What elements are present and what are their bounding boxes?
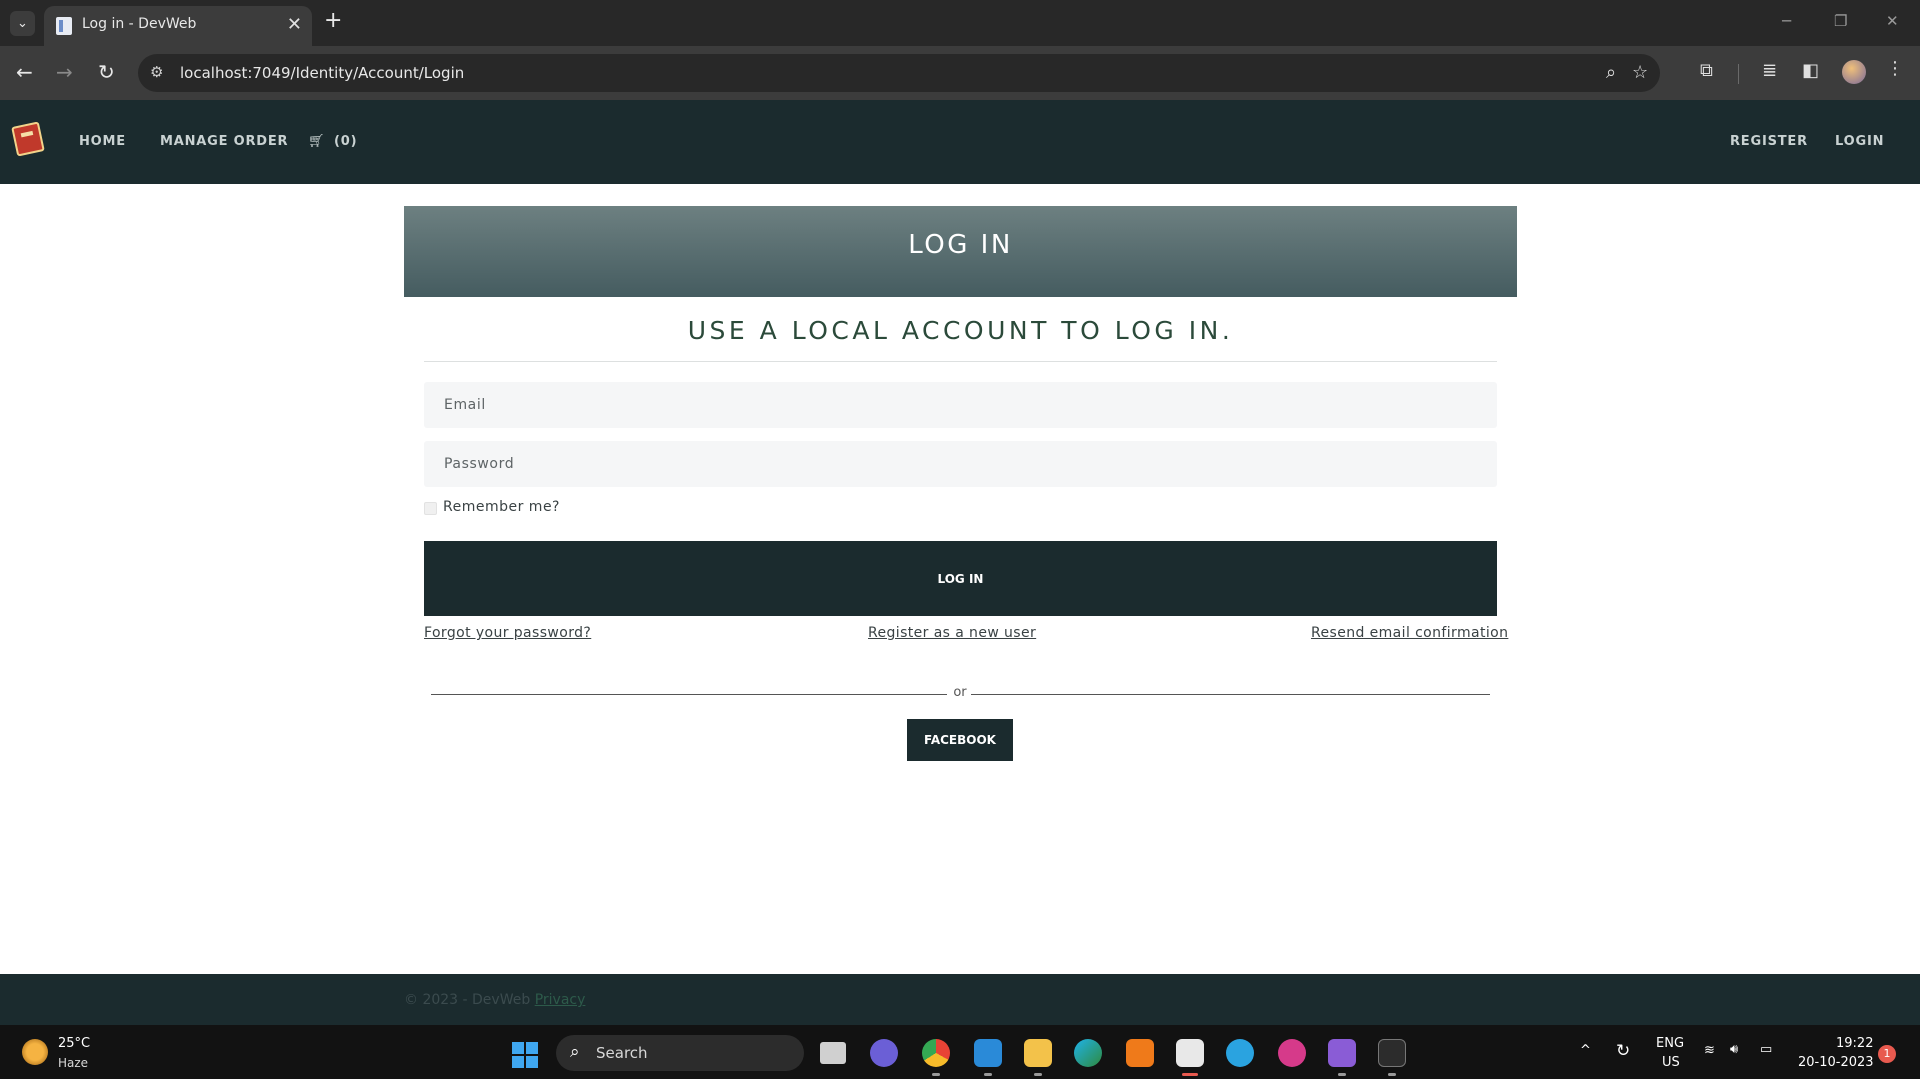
chrome-icon[interactable] bbox=[922, 1039, 950, 1067]
snipping-active-indicator bbox=[1182, 1073, 1198, 1076]
taskbar-search-label: Search bbox=[596, 1044, 648, 1062]
page-favicon-icon bbox=[56, 17, 72, 35]
vscode-running-indicator bbox=[984, 1073, 992, 1076]
footer-privacy-link[interactable]: Privacy bbox=[535, 992, 586, 1008]
tab-search-chevron-icon[interactable]: ⌄ bbox=[10, 11, 35, 36]
browser-menu-icon[interactable]: ⋮ bbox=[1886, 58, 1904, 79]
remember-me-row: Remember me? bbox=[424, 499, 560, 515]
vscode-icon[interactable] bbox=[974, 1039, 1002, 1067]
side-panel-icon[interactable]: ◧ bbox=[1802, 60, 1819, 81]
email-field-wrapper bbox=[424, 382, 1497, 428]
nav-register-link[interactable]: REGISTER bbox=[1730, 134, 1808, 149]
browser-tab-active[interactable]: Log in - DevWeb ✕ bbox=[44, 6, 312, 46]
sync-icon[interactable]: ↻ bbox=[1616, 1041, 1630, 1061]
sublime-text-icon[interactable] bbox=[1126, 1039, 1154, 1067]
url-text[interactable]: localhost:7049/Identity/Account/Login bbox=[180, 64, 464, 82]
section-divider bbox=[424, 361, 1497, 362]
visual-studio-running-indicator bbox=[1338, 1073, 1346, 1076]
site-footer: © 2023 - DevWeb Privacy bbox=[0, 974, 1920, 1025]
weather-condition[interactable]: Haze bbox=[58, 1056, 88, 1070]
extensions-icon[interactable]: ⧉ bbox=[1700, 60, 1713, 81]
facebook-login-button[interactable]: FACEBOOK bbox=[907, 719, 1013, 761]
login-banner: LOG IN bbox=[404, 206, 1517, 297]
window-close-icon[interactable]: ✕ bbox=[1886, 12, 1899, 30]
browser-tabstrip: ⌄ Log in - DevWeb ✕ + ─ ❐ ✕ bbox=[0, 0, 1920, 46]
remember-me-label[interactable]: Remember me? bbox=[443, 499, 560, 515]
snipping-tool-icon[interactable] bbox=[1176, 1039, 1204, 1067]
notification-badge[interactable]: 1 bbox=[1878, 1045, 1896, 1063]
zoom-icon[interactable]: ⌕ bbox=[1606, 62, 1616, 83]
or-divider-left bbox=[431, 694, 947, 695]
nav-login-link[interactable]: LOGIN bbox=[1835, 134, 1884, 149]
forward-arrow-icon[interactable]: → bbox=[56, 60, 73, 84]
register-new-user-link[interactable]: Register as a new user bbox=[868, 625, 1036, 641]
login-button[interactable]: LOG IN bbox=[424, 541, 1497, 616]
forgot-password-link[interactable]: Forgot your password? bbox=[424, 625, 591, 641]
resend-confirmation-link[interactable]: Resend email confirmation bbox=[1311, 625, 1508, 641]
site-navbar: HOME MANAGE ORDER 🛒︎ (0) REGISTER LOGIN bbox=[0, 100, 1920, 184]
footer-copyright: © 2023 - DevWeb bbox=[404, 992, 531, 1008]
tab-close-icon[interactable]: ✕ bbox=[287, 14, 302, 35]
weather-temperature[interactable]: 25°C bbox=[58, 1036, 90, 1051]
new-tab-icon[interactable]: + bbox=[324, 8, 342, 33]
visual-studio-icon[interactable] bbox=[1328, 1039, 1356, 1067]
taskbar-search-box[interactable]: ⌕ Search bbox=[556, 1035, 804, 1071]
telegram-icon[interactable] bbox=[1226, 1039, 1254, 1067]
chrome-running-indicator bbox=[932, 1073, 940, 1076]
battery-icon[interactable]: ▭ bbox=[1760, 1042, 1772, 1057]
page-title: LOG IN bbox=[908, 230, 1013, 260]
weather-sun-icon[interactable] bbox=[22, 1039, 48, 1065]
windows-taskbar: 25°C Haze ⌕ Search ^ ↻ ENG US ≋ 🔊︎ ▭ 19:… bbox=[0, 1025, 1920, 1079]
wifi-icon[interactable]: ≋ bbox=[1704, 1043, 1715, 1058]
profile-avatar[interactable] bbox=[1842, 60, 1866, 84]
region-code[interactable]: US bbox=[1662, 1055, 1680, 1070]
email-input[interactable] bbox=[424, 382, 1497, 428]
edge-icon[interactable] bbox=[1074, 1039, 1102, 1067]
cart-icon[interactable]: 🛒︎ bbox=[308, 134, 325, 149]
restore-icon[interactable]: ❐ bbox=[1834, 12, 1847, 30]
nav-manage-order-link[interactable]: MANAGE ORDER bbox=[160, 134, 288, 149]
password-input[interactable] bbox=[424, 441, 1497, 487]
reading-list-icon[interactable]: ≣ bbox=[1762, 60, 1777, 81]
task-view-icon[interactable] bbox=[820, 1042, 846, 1064]
back-arrow-icon[interactable]: ← bbox=[16, 60, 33, 84]
terminal-icon[interactable] bbox=[1378, 1039, 1406, 1067]
file-explorer-icon[interactable] bbox=[1024, 1039, 1052, 1067]
address-bar[interactable]: ⚙ localhost:7049/Identity/Account/Login … bbox=[138, 54, 1660, 92]
tray-overflow-chevron-icon[interactable]: ^ bbox=[1580, 1043, 1591, 1058]
password-field-wrapper bbox=[424, 441, 1497, 487]
footer-text: © 2023 - DevWeb Privacy bbox=[404, 992, 585, 1008]
wps-office-icon[interactable] bbox=[1278, 1039, 1306, 1067]
or-divider-text: or bbox=[953, 685, 967, 700]
bookmark-star-icon[interactable]: ☆ bbox=[1632, 62, 1648, 83]
explorer-running-indicator bbox=[1034, 1073, 1042, 1076]
terminal-running-indicator bbox=[1388, 1073, 1396, 1076]
book-logo-icon[interactable] bbox=[11, 121, 46, 158]
language-code[interactable]: ENG bbox=[1656, 1036, 1684, 1051]
windows-start-icon[interactable] bbox=[512, 1042, 538, 1068]
search-icon: ⌕ bbox=[570, 1042, 580, 1062]
remember-me-checkbox[interactable] bbox=[424, 501, 437, 515]
clock-date[interactable]: 20-10-2023 bbox=[1798, 1055, 1874, 1070]
login-subtitle: USE A LOCAL ACCOUNT TO LOG IN. bbox=[687, 316, 1234, 345]
cart-count[interactable]: (0) bbox=[334, 134, 357, 149]
site-info-icon[interactable]: ⚙ bbox=[150, 63, 163, 81]
volume-icon[interactable]: 🔊︎ bbox=[1730, 1042, 1738, 1057]
minimize-icon[interactable]: ─ bbox=[1782, 12, 1791, 30]
tab-title: Log in - DevWeb bbox=[82, 16, 197, 32]
nav-home-link[interactable]: HOME bbox=[79, 134, 126, 149]
browser-toolbar: ← → ↻ ⚙ localhost:7049/Identity/Account/… bbox=[0, 46, 1920, 100]
clock-time[interactable]: 19:22 bbox=[1836, 1036, 1873, 1051]
or-divider-right bbox=[971, 694, 1490, 695]
reload-icon[interactable]: ↻ bbox=[98, 60, 115, 84]
toolbar-separator bbox=[1738, 64, 1739, 84]
teams-chat-icon[interactable] bbox=[870, 1039, 898, 1067]
